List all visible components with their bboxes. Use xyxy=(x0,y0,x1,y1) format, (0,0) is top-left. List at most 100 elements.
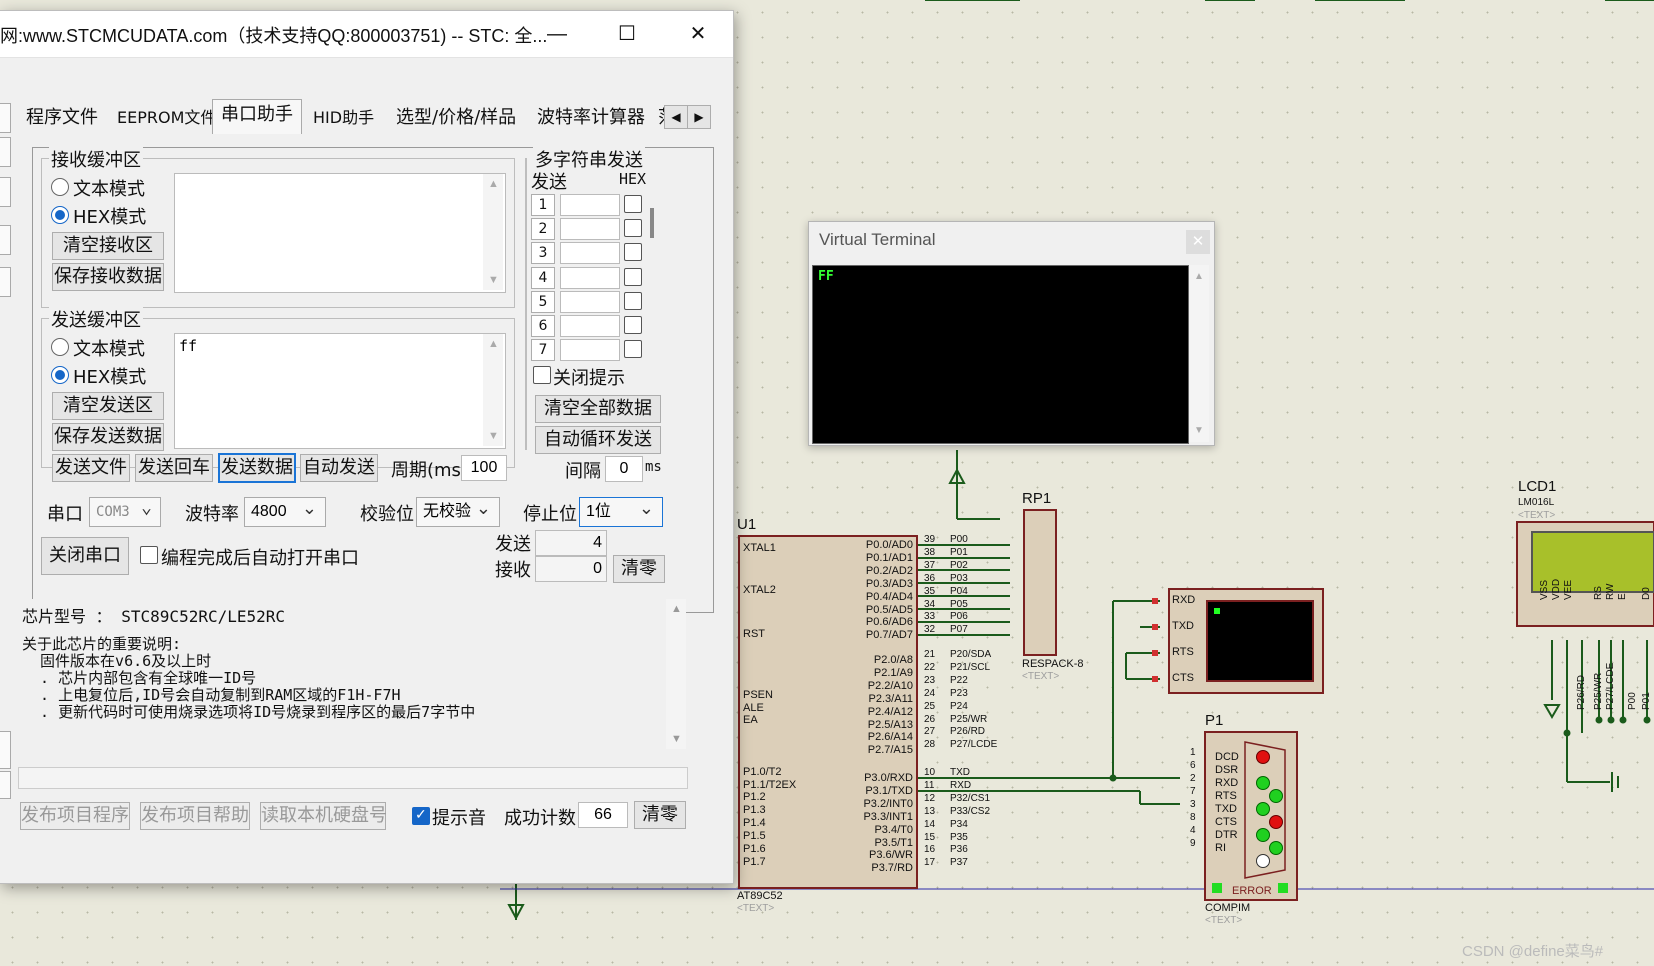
net-label: P24 xyxy=(950,700,968,712)
send-textarea[interactable]: ff xyxy=(174,333,506,449)
net-label: P02 xyxy=(950,559,968,571)
multi-hex-checkbox[interactable] xyxy=(624,340,642,359)
multi-string-input[interactable] xyxy=(560,339,620,362)
multi-send-row-button[interactable]: 3 xyxy=(531,242,555,265)
u1-right-pin: P3.2/INT0 xyxy=(863,797,913,810)
left-edge-control[interactable] xyxy=(0,731,11,769)
maximize-button[interactable]: ☐ xyxy=(604,19,650,49)
left-edge-control[interactable] xyxy=(0,177,11,207)
send-hex-mode-radio[interactable] xyxy=(51,366,69,384)
net-label: P04 xyxy=(950,585,968,597)
send-scrollbar[interactable]: ▲ ▼ xyxy=(483,334,503,446)
multi-send-row-button[interactable]: 7 xyxy=(531,339,555,362)
multi-hex-checkbox[interactable] xyxy=(624,267,642,286)
multi-scrollbar[interactable] xyxy=(650,208,654,238)
multi-string-input[interactable] xyxy=(560,290,620,313)
receive-text-mode-radio[interactable] xyxy=(51,178,69,196)
tab-eeprom-file[interactable]: EEPROM文件 xyxy=(117,103,216,133)
stop-bits-select[interactable]: 1位 xyxy=(579,494,663,527)
u1-pin-number: 15 xyxy=(924,831,936,843)
port-select[interactable]: COM3 xyxy=(89,494,161,527)
publish-help-button[interactable]: 发布项目帮助 xyxy=(140,802,250,830)
u1-right-pin: P3.5/T1 xyxy=(874,836,913,849)
multi-hex-checkbox[interactable] xyxy=(624,316,642,334)
close-button[interactable]: ✕ xyxy=(675,19,721,49)
terminal-screen[interactable]: FF xyxy=(812,265,1189,444)
left-edge-control[interactable] xyxy=(0,137,11,167)
send-file-button[interactable]: 发送文件 xyxy=(52,454,130,482)
multi-hex-checkbox[interactable] xyxy=(624,291,642,310)
send-text-mode-radio[interactable] xyxy=(51,338,69,356)
auto-send-button[interactable]: 自动发送 xyxy=(300,454,378,482)
tab-hid-assistant[interactable]: HID助手 xyxy=(313,103,374,133)
baud-select[interactable]: 4800 xyxy=(244,494,326,527)
multi-send-row-button[interactable]: 2 xyxy=(531,218,555,241)
terminal-close-button[interactable]: ✕ xyxy=(1186,230,1210,254)
p1-pin-number: 6 xyxy=(1190,760,1196,771)
multi-string-input[interactable] xyxy=(560,194,620,216)
auto-loop-button[interactable]: 自动循环发送 xyxy=(535,426,661,454)
close-port-button[interactable]: 关闭串口 xyxy=(41,537,129,575)
save-send-button[interactable]: 保存发送数据 xyxy=(52,423,164,451)
receive-textarea[interactable] xyxy=(174,173,506,293)
tab-scroll-left-button[interactable]: ◀ xyxy=(664,105,688,129)
interval-input[interactable]: 0 xyxy=(605,456,643,482)
net-label: P33/CS2 xyxy=(950,805,991,817)
u1-pin-number: 21 xyxy=(924,649,936,660)
left-edge-control[interactable] xyxy=(0,103,11,133)
net-label: P20/SDA xyxy=(950,649,992,660)
parity-select[interactable]: 无校验 xyxy=(416,494,500,527)
multi-send-row-button[interactable]: 5 xyxy=(531,290,555,313)
receive-hex-mode-radio[interactable] xyxy=(51,206,69,224)
reset-success-button[interactable]: 清零 xyxy=(634,801,686,829)
terminal-scrollbar[interactable]: ▲ ▼ xyxy=(1189,265,1209,442)
multi-string-input[interactable] xyxy=(560,218,620,241)
multi-string-input[interactable] xyxy=(560,315,620,337)
period-input[interactable]: 100 xyxy=(461,455,507,481)
multi-hex-checkbox[interactable] xyxy=(624,219,642,238)
multi-send-row-button[interactable]: 4 xyxy=(531,266,555,289)
clear-all-button[interactable]: 清空全部数据 xyxy=(535,395,661,423)
progress-bar xyxy=(18,767,688,789)
send-enter-button[interactable]: 发送回车 xyxy=(135,454,213,482)
multi-hex-checkbox[interactable] xyxy=(624,195,642,213)
info-scrollbar[interactable]: ▲ ▼ xyxy=(666,599,686,749)
multi-send-row-button[interactable]: 1 xyxy=(531,194,555,216)
close-tip-checkbox[interactable] xyxy=(533,366,551,384)
multi-string-input[interactable] xyxy=(560,266,620,289)
tab-program-file[interactable]: 程序文件 xyxy=(26,103,98,133)
terminal-output: FF xyxy=(818,269,834,284)
reset-count-button[interactable]: 清零 xyxy=(613,555,665,583)
receive-scrollbar[interactable]: ▲ ▼ xyxy=(483,174,503,290)
auto-open-label: 编程完成后自动打开串口 xyxy=(161,548,359,569)
left-edge-control[interactable] xyxy=(0,225,11,255)
tab-baud-calculator[interactable]: 波特率计算器 xyxy=(537,103,645,133)
beep-checkbox[interactable] xyxy=(412,806,430,825)
p1-pin-number: 4 xyxy=(1190,825,1196,836)
publish-program-button[interactable]: 发布项目程序 xyxy=(20,802,130,830)
chip-info-area: 芯片型号 ： STC89C52RC/LE52RC 关于此芯片的重要说明: 固件版… xyxy=(18,599,686,749)
virtual-terminal-window[interactable]: Virtual Terminal ✕ FF ▲ ▼ xyxy=(808,221,1215,446)
lcd-net-label: P27/LCDE xyxy=(1605,662,1616,710)
clear-receive-button[interactable]: 清空接收区 xyxy=(52,232,164,260)
u1-pin-number: 28 xyxy=(924,739,936,751)
u1-right-pin: P0.5/AD5 xyxy=(865,603,913,616)
multi-string-input[interactable] xyxy=(560,242,620,265)
tab-scroll-right-button[interactable]: ▶ xyxy=(687,105,711,129)
send-data-button[interactable]: 发送数据 xyxy=(218,453,296,483)
read-disk-id-button[interactable]: 读取本机硬盘号 xyxy=(260,802,387,830)
left-edge-control[interactable] xyxy=(0,267,11,297)
minimize-button[interactable]: — xyxy=(534,19,580,49)
sent-count-label: 发送 xyxy=(495,534,531,555)
auto-open-checkbox[interactable] xyxy=(140,546,158,564)
tab-selection-price[interactable]: 选型/价格/样品 xyxy=(396,103,516,133)
u1-left-pin: EA xyxy=(743,714,758,726)
tab-serial-assistant[interactable]: 串口助手 xyxy=(212,99,302,134)
multi-send-row-button[interactable]: 6 xyxy=(531,315,555,337)
u1-pin-number: 34 xyxy=(924,598,936,610)
multi-hex-checkbox[interactable] xyxy=(624,243,642,262)
clear-send-button[interactable]: 清空发送区 xyxy=(52,392,164,420)
u1-left-pin: P1.2 xyxy=(743,791,766,803)
save-receive-button[interactable]: 保存接收数据 xyxy=(52,263,164,291)
left-edge-control[interactable] xyxy=(0,771,11,799)
